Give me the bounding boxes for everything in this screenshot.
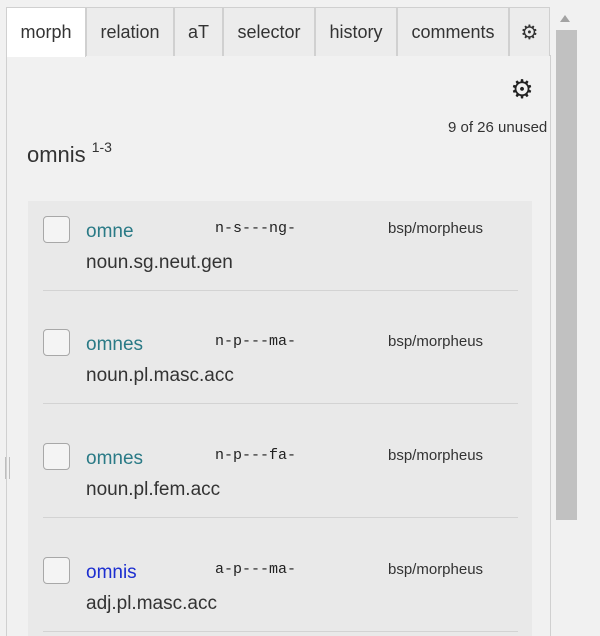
lemma-superscript: 1-3 [91,139,112,155]
morph-tag: n-s---ng- [215,220,297,237]
analysis-checkbox[interactable] [43,557,70,584]
analysis-checkbox[interactable] [43,329,70,356]
analysis-list: omne n-s---ng- bsp/morpheus noun.sg.neut… [28,201,532,636]
form-link[interactable]: omne [86,221,134,243]
analysis-checkbox[interactable] [43,216,70,243]
scrollbar-thumb[interactable] [556,30,577,520]
scroll-up-arrow[interactable] [558,13,572,25]
resize-handle[interactable] [5,457,10,479]
unused-count: 9 of 26 unused [448,119,548,136]
analysis-source: bsp/morpheus [388,333,484,350]
tab-settings[interactable]: ⚙ [509,7,550,56]
parse-label: adj.pl.masc.acc [86,593,217,614]
gear-icon[interactable]: ⚙ [509,76,535,102]
analysis-item: omnes n-p---fa- bsp/morpheus noun.pl.fem… [28,428,532,542]
analysis-checkbox[interactable] [43,443,70,470]
parse-label: noun.pl.fem.acc [86,479,221,500]
tab-comments[interactable]: comments [397,7,509,56]
analysis-source: bsp/morpheus [388,561,484,578]
parse-label: noun.sg.neut.gen [86,252,233,273]
tab-at[interactable]: aT [174,7,223,56]
tab-morph[interactable]: morph [6,7,86,57]
morph-tag: a-p---ma- [215,561,297,578]
divider [43,517,518,518]
parse-label: noun.pl.masc.acc [86,365,234,386]
morph-panel-window: morph relation aT selector history comme… [0,0,600,636]
tab-selector[interactable]: selector [223,7,315,56]
form-link[interactable]: omnis [86,562,137,584]
divider [43,403,518,404]
divider [43,290,518,291]
form-link[interactable]: omnes [86,334,143,356]
tab-relation[interactable]: relation [86,7,174,56]
tab-bar: morph relation aT selector history comme… [6,7,551,57]
analysis-source: bsp/morpheus [388,220,484,237]
analysis-item: omne n-s---ng- bsp/morpheus noun.sg.neut… [28,201,532,315]
lemma-word: omnis [27,142,86,167]
morph-tag: n-p---ma- [215,333,297,350]
analysis-source: bsp/morpheus [388,447,484,464]
morph-tag: n-p---fa- [215,447,297,464]
divider [43,631,518,632]
form-link[interactable]: omnes [86,448,143,470]
analysis-item: omnes n-p---ma- bsp/morpheus noun.pl.mas… [28,314,532,428]
tab-history[interactable]: history [315,7,397,56]
lemma-heading: omnis 1-3 [27,139,112,168]
gear-icon: ⚙ [520,21,539,44]
analysis-item: omnis a-p---ma- bsp/morpheus adj.pl.masc… [28,542,532,636]
